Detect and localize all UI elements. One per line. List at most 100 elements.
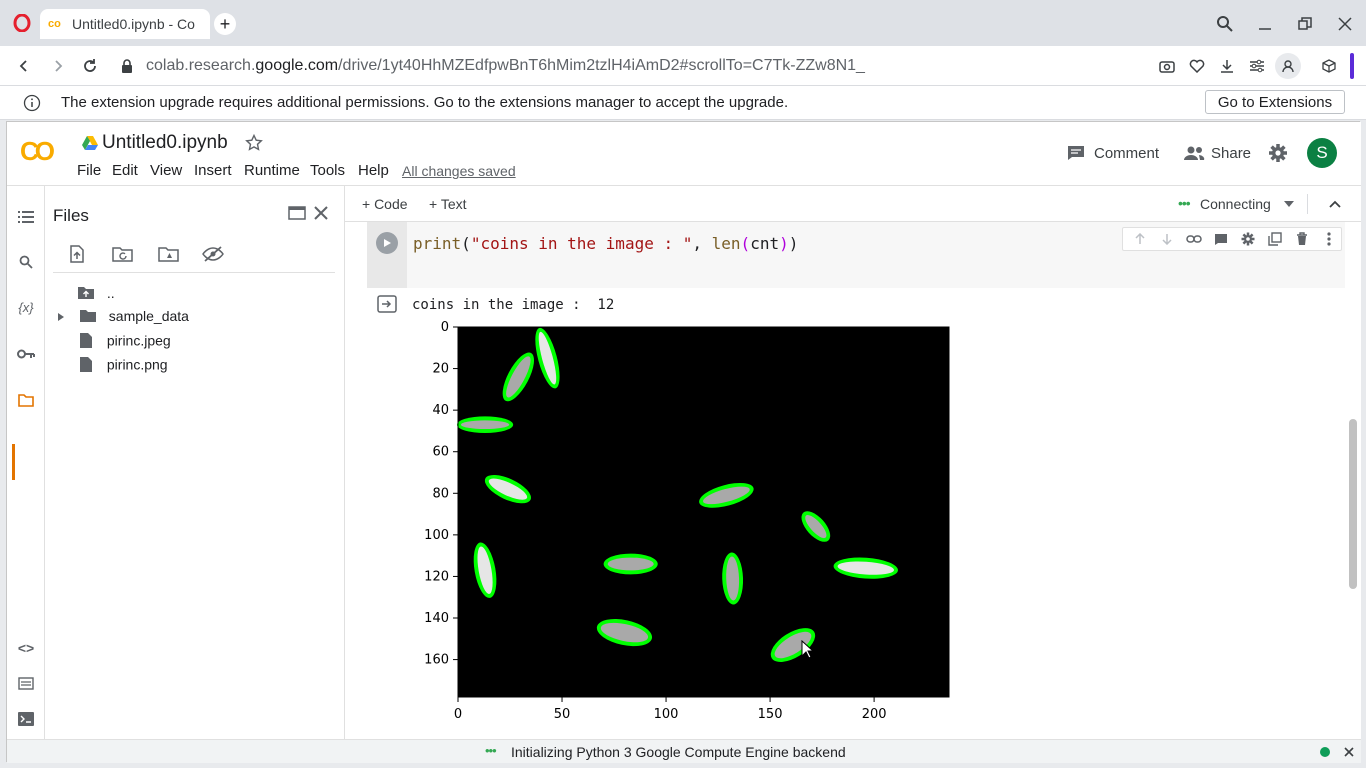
code-call: len (711, 234, 741, 253)
move-up-icon[interactable] (1131, 230, 1149, 248)
drive-icon (81, 134, 99, 152)
code-snippets-icon[interactable]: <> (7, 637, 45, 659)
link-icon[interactable] (1185, 230, 1203, 248)
mount-drive-icon[interactable] (155, 242, 183, 266)
menu-help[interactable]: Help (358, 162, 389, 179)
back-icon[interactable] (12, 54, 36, 78)
variables-icon[interactable]: {x} (7, 296, 45, 318)
url-text[interactable]: colab.research.google.com/drive/1yt40HhM… (146, 57, 865, 75)
menu-view[interactable]: View (150, 162, 182, 179)
share-people-icon[interactable] (1182, 142, 1206, 164)
search-tabs-icon[interactable] (1213, 12, 1237, 36)
share-button[interactable]: Share (1211, 145, 1251, 162)
left-rail: {x} <> (7, 186, 45, 763)
terminal-icon[interactable] (7, 708, 45, 730)
lock-icon[interactable] (118, 56, 136, 76)
connecting-dots-icon: ••• (1178, 195, 1191, 211)
menu-insert[interactable]: Insert (194, 162, 232, 179)
hide-files-icon[interactable] (199, 242, 227, 266)
coin-contour (456, 416, 514, 434)
account-avatar[interactable]: S (1307, 138, 1337, 168)
file-icon (79, 356, 93, 376)
cell-settings-icon[interactable] (1239, 230, 1257, 248)
open-in-tab-icon[interactable] (285, 201, 309, 225)
cell-comment-icon[interactable] (1212, 230, 1230, 248)
files-folder-icon[interactable] (7, 389, 45, 411)
settings-gear-icon[interactable] (1266, 141, 1290, 165)
output-toggle-icon[interactable] (376, 293, 398, 315)
runtime-dropdown-icon[interactable] (1281, 196, 1297, 212)
x-tick-label: 150 (758, 707, 783, 722)
file-icon (79, 332, 93, 352)
y-tick-label: 40 (432, 403, 449, 418)
new-tab-icon[interactable]: + (214, 13, 236, 35)
code-line[interactable]: print("coins in the image : ", len(cnt)) (413, 234, 798, 253)
info-icon (22, 93, 42, 113)
status-indicator-dot (1320, 747, 1330, 757)
colab-logo[interactable]: CO (20, 136, 55, 167)
y-tick-label: 80 (432, 486, 449, 501)
minimize-icon[interactable] (1253, 12, 1277, 36)
add-text-button[interactable]: + Text (429, 196, 467, 212)
file-item-pirinc-jpeg[interactable]: pirinc.jpeg (79, 332, 171, 352)
menu-file[interactable]: File (77, 162, 101, 179)
secrets-key-icon[interactable] (7, 343, 45, 365)
forward-icon[interactable] (46, 54, 70, 78)
notebook-title[interactable]: Untitled0.ipynb (102, 132, 228, 154)
command-palette-icon[interactable] (7, 672, 45, 694)
download-icon[interactable] (1216, 55, 1238, 77)
status-message: Initializing Python 3 Google Compute Eng… (511, 744, 846, 760)
run-cell-icon[interactable] (376, 232, 398, 254)
file-item-pirinc-png[interactable]: pirinc.png (79, 356, 168, 376)
go-to-extensions-button[interactable]: Go to Extensions (1205, 90, 1345, 114)
browser-tab[interactable]: co Untitled0.ipynb - Co (40, 9, 210, 39)
camera-icon[interactable] (1156, 55, 1178, 77)
star-icon[interactable] (243, 132, 265, 154)
table-of-contents-icon[interactable] (7, 206, 45, 228)
coin-body (460, 420, 510, 430)
folder-icon (79, 309, 97, 326)
easy-setup-icon[interactable] (1246, 55, 1268, 77)
menu-runtime[interactable]: Runtime (244, 162, 300, 179)
opera-logo-icon[interactable] (12, 13, 32, 33)
add-code-button[interactable]: + Code (362, 196, 408, 212)
delete-cell-icon[interactable] (1293, 230, 1311, 248)
output-text: coins in the image : 12 (412, 297, 615, 313)
close-status-icon[interactable] (1341, 744, 1357, 760)
colab-header: CO Untitled0.ipynb File Edit View Insert… (7, 122, 1361, 186)
more-options-icon[interactable] (1320, 230, 1338, 248)
file-item-label: pirinc.jpeg (106, 332, 171, 349)
close-panel-icon[interactable] (309, 201, 333, 225)
close-window-icon[interactable] (1333, 12, 1357, 36)
coin-body (607, 557, 654, 571)
refresh-folder-icon[interactable] (109, 242, 137, 266)
code-string: "coins in the image : " (470, 234, 693, 253)
comment-button[interactable]: Comment (1094, 145, 1159, 162)
search-icon[interactable] (7, 251, 45, 273)
profile-icon[interactable] (1275, 53, 1301, 79)
restore-icon[interactable] (1293, 12, 1317, 36)
expand-arrow-icon[interactable] (57, 309, 65, 325)
heart-icon[interactable] (1186, 55, 1208, 77)
extension-info-bar: The extension upgrade requires additiona… (0, 86, 1366, 120)
extensions-cube-icon[interactable] (1318, 55, 1340, 77)
collapse-chevron-icon[interactable] (1325, 194, 1345, 214)
reload-icon[interactable] (78, 54, 102, 78)
notebook-scrollbar[interactable] (1349, 419, 1357, 589)
mirror-cell-icon[interactable] (1266, 230, 1284, 248)
save-status[interactable]: All changes saved (402, 163, 516, 179)
colab-favicon-icon: co (48, 18, 61, 30)
tab-title: Untitled0.ipynb - Co (72, 16, 195, 32)
y-tick-label: 0 (441, 320, 449, 335)
menu-tools[interactable]: Tools (310, 162, 345, 179)
file-item-label: .. (106, 285, 115, 301)
menu-edit[interactable]: Edit (112, 162, 138, 179)
file-item-parent[interactable]: .. (77, 285, 115, 303)
comment-icon[interactable] (1065, 142, 1087, 164)
runtime-status[interactable]: Connecting (1200, 196, 1271, 212)
file-item-sample-data[interactable]: sample_data (57, 308, 189, 326)
move-down-icon[interactable] (1158, 230, 1176, 248)
code-argument: cnt (750, 234, 780, 253)
upload-folder-icon (77, 286, 95, 303)
upload-file-icon[interactable] (65, 242, 89, 266)
